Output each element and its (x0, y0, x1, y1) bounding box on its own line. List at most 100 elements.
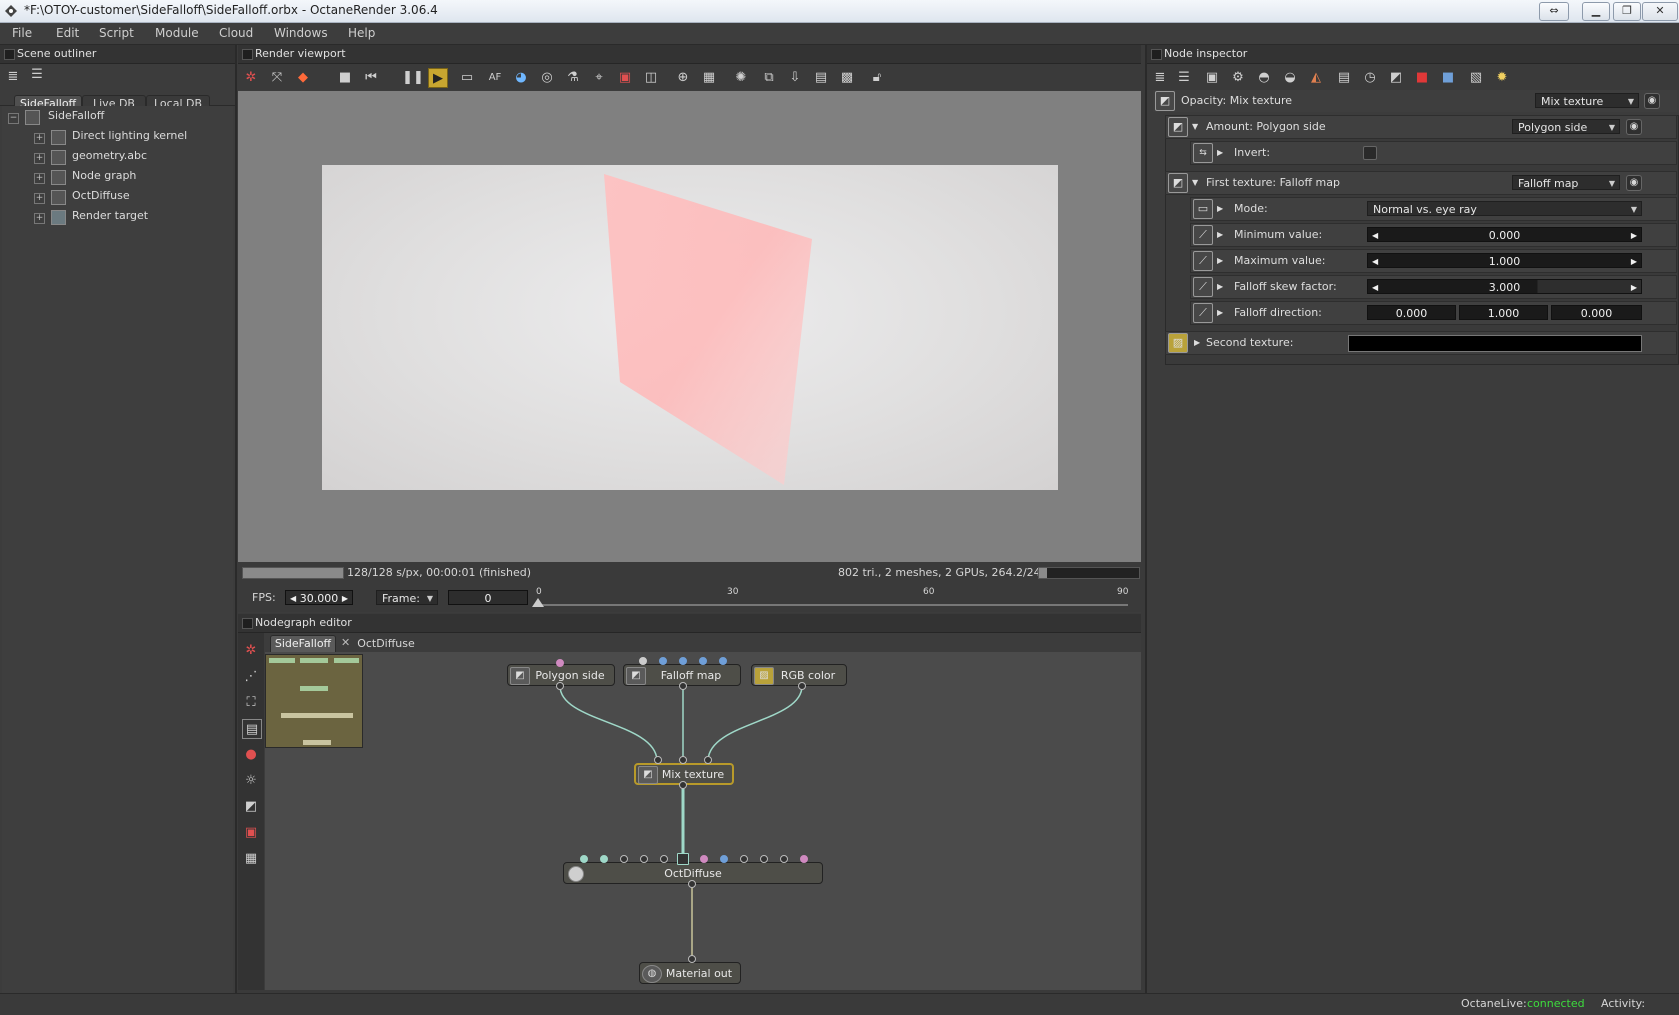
maximum-value-slider[interactable]: ◀ 1.000 ▶ (1367, 253, 1642, 268)
eye-icon[interactable]: ◉ (1644, 93, 1660, 109)
lock-icon[interactable]: 🔓︎ (868, 68, 886, 86)
menu-script[interactable]: Script (99, 26, 134, 40)
outliner-panel-toggle[interactable] (4, 49, 15, 60)
input-pin[interactable] (580, 855, 588, 863)
input-pin[interactable] (719, 657, 727, 665)
second-texture-color-swatch[interactable] (1348, 335, 1642, 352)
tree-item-render-target[interactable]: Render target (72, 207, 148, 225)
film-icon[interactable]: ▤ (1335, 68, 1353, 86)
kernel-icon[interactable]: ⚙ (1229, 68, 1247, 86)
first-texture-dropdown[interactable]: Falloff map ▼ (1512, 175, 1620, 190)
viewport-panel-toggle[interactable] (242, 49, 253, 60)
fps-field[interactable]: ◀ 30.000 ▶ (285, 590, 353, 605)
expand-arrow-icon[interactable]: ▶ (1194, 338, 1200, 347)
output-pin[interactable] (679, 781, 687, 789)
minimum-value-slider[interactable]: ◀ 0.000 ▶ (1367, 227, 1642, 242)
opacity-input-pin[interactable] (677, 853, 689, 865)
tree-item-octdiffuse[interactable]: OctDiffuse (72, 187, 130, 205)
frame-field[interactable]: 0 (448, 590, 528, 605)
input-pin[interactable] (600, 855, 608, 863)
copy-icon[interactable]: ⧉ (760, 68, 778, 86)
material-picker-icon[interactable]: ⌖ (590, 68, 608, 86)
falloff-direction-x[interactable]: 0.000 (1367, 305, 1456, 320)
output-pin[interactable] (688, 880, 696, 888)
film-region-icon[interactable]: ◫ (642, 68, 660, 86)
input-pin[interactable] (700, 855, 708, 863)
expand-icon[interactable]: + (34, 173, 45, 184)
frame-dropdown[interactable]: Frame: ▼ (376, 590, 438, 605)
input-pin[interactable] (679, 657, 687, 665)
environment-icon[interactable]: ◓ (1255, 68, 1273, 86)
input-pin[interactable] (679, 756, 687, 764)
input-pin[interactable] (639, 657, 647, 665)
tree-view-icon[interactable]: ☰ (28, 65, 46, 83)
starburst-icon[interactable]: ✹ (1493, 68, 1511, 86)
tree-item-node-graph[interactable]: Node graph (72, 167, 136, 185)
arrange-icon[interactable]: ⋰ (242, 667, 260, 685)
eye-icon[interactable]: ◉ (1626, 175, 1642, 191)
restore-arrows-icon[interactable]: ⇔ (1539, 2, 1569, 21)
input-pin[interactable] (620, 855, 628, 863)
reset-camera-icon[interactable]: ✲ (242, 68, 260, 86)
opacity-type-dropdown[interactable]: Mix texture ▼ (1535, 93, 1639, 108)
input-pin[interactable] (780, 855, 788, 863)
maximize-button[interactable]: ❐ (1613, 2, 1641, 21)
falloff-direction-y[interactable]: 1.000 (1459, 305, 1548, 320)
expand-icon[interactable]: + (34, 213, 45, 224)
mode-dropdown[interactable]: Normal vs. eye ray ▼ (1367, 201, 1642, 216)
input-pin[interactable] (720, 855, 728, 863)
pause-icon[interactable]: ❚❚ (402, 68, 424, 86)
input-pin[interactable] (659, 657, 667, 665)
recenter-icon[interactable]: ⤧ (268, 68, 286, 86)
falloff-direction-z[interactable]: 0.000 (1551, 305, 1642, 320)
white-balance-icon[interactable]: ⚗ (564, 68, 582, 86)
nodegraph-panel-toggle[interactable] (242, 618, 253, 629)
menu-edit[interactable]: Edit (56, 26, 79, 40)
sun-icon[interactable]: ✺ (732, 68, 750, 86)
fit-icon[interactable]: ⛶ (242, 693, 260, 711)
input-pin[interactable] (688, 955, 696, 963)
menu-windows[interactable]: Windows (274, 26, 328, 40)
tab-nodegraph-octdiffuse[interactable]: OctDiffuse (352, 635, 420, 652)
stack-icon[interactable]: ≣ (1151, 68, 1169, 86)
expand-arrow-icon[interactable]: ▶ (1217, 204, 1223, 213)
restart-icon[interactable]: ⏮ (362, 68, 380, 86)
layers-icon[interactable]: ▤ (812, 68, 830, 86)
collapse-arrow-icon[interactable]: ▼ (1192, 122, 1198, 131)
camera-icon[interactable]: ▣ (242, 823, 260, 841)
falloff-skew-slider[interactable]: ◀ 3.000 ▶ (1367, 279, 1642, 294)
inspector-panel-toggle[interactable] (1151, 49, 1162, 60)
amount-type-dropdown[interactable]: Polygon side ▼ (1512, 119, 1620, 134)
checker-icon[interactable]: ▩ (838, 68, 856, 86)
expand-arrow-icon[interactable]: ▶ (1217, 282, 1223, 291)
imager-icon[interactable]: ◒ (1281, 68, 1299, 86)
timeline-track[interactable] (538, 604, 1128, 606)
output-pin[interactable] (798, 682, 806, 690)
image-icon[interactable]: ▣ (1203, 68, 1221, 86)
expand-arrow-icon[interactable]: ▶ (1217, 230, 1223, 239)
clock-icon[interactable]: ◷ (1361, 68, 1379, 86)
input-pin[interactable] (800, 855, 808, 863)
eye-icon[interactable]: ◉ (1626, 119, 1642, 135)
input-pin[interactable] (660, 855, 668, 863)
af-icon[interactable]: AF (486, 68, 504, 86)
cube-icon[interactable]: ◆ (294, 68, 312, 86)
expand-icon[interactable]: + (34, 133, 45, 144)
tab-nodegraph-sidefalloff[interactable]: SideFalloff (270, 635, 336, 652)
menu-file[interactable]: File (12, 26, 32, 40)
input-pin[interactable] (740, 855, 748, 863)
emission-icon[interactable]: ☼ (242, 771, 260, 789)
material-ball-icon[interactable]: ● (242, 745, 260, 763)
region-icon[interactable]: ▣ (616, 68, 634, 86)
tree-root[interactable]: SideFalloff (48, 107, 104, 125)
input-pin[interactable] (556, 659, 564, 667)
tree-item-direct-lighting-kernel[interactable]: Direct lighting kernel (72, 127, 187, 145)
input-pin[interactable] (640, 855, 648, 863)
node-material-out[interactable]: ◍ Material out (639, 962, 741, 984)
close-tab-icon[interactable]: ✕ (341, 636, 350, 649)
preview-icon[interactable]: ▤ (242, 719, 262, 739)
red-cube-icon[interactable]: ■ (1413, 68, 1431, 86)
menu-module[interactable]: Module (155, 26, 199, 40)
tree-view-icon[interactable]: ☰ (1175, 68, 1193, 86)
blue-cube-icon[interactable]: ■ (1439, 68, 1457, 86)
